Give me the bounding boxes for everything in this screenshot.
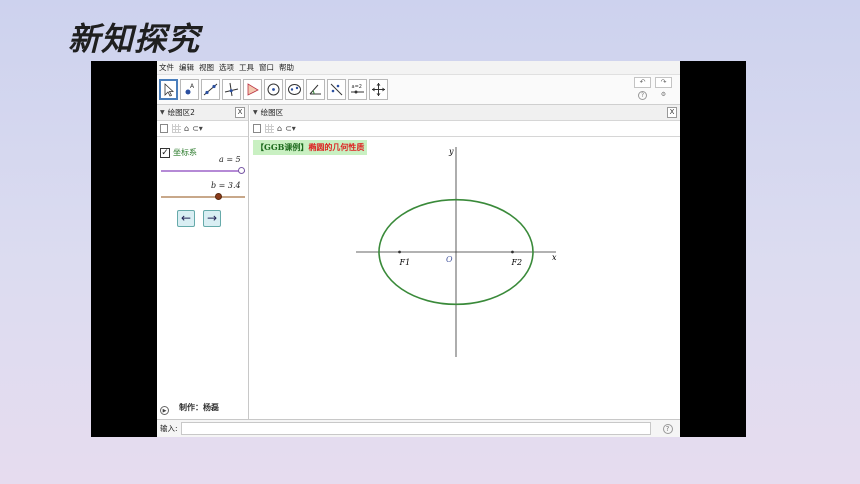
coordinate-system-checkbox-row[interactable]: ✓ 坐标系 <box>160 147 197 158</box>
style-bar: ⌂ ⊂▾ <box>250 121 680 137</box>
menu-file[interactable]: 文件 <box>159 62 174 73</box>
ellipse-graph[interactable]: x y O F1 F2 <box>250 137 680 417</box>
polygon-tool-button[interactable] <box>243 79 262 100</box>
slide-title: 新知探究 <box>68 20 201 58</box>
circle-tool-button[interactable] <box>264 79 283 100</box>
style-bar-2: ⌂ ⊂▾ <box>157 121 248 137</box>
ellipse-icon <box>288 84 301 95</box>
menu-view[interactable]: 视图 <box>199 62 214 73</box>
reflect-tool-button[interactable] <box>327 79 346 100</box>
line-icon <box>203 83 218 96</box>
close-view-2-button[interactable]: X <box>235 107 245 118</box>
view-menu-icon[interactable]: ⊂▾ <box>192 124 203 133</box>
focus-f2-point[interactable] <box>511 250 514 254</box>
graphics-view-header: ▼ 绘图区 X <box>250 105 680 121</box>
y-axis-label: y <box>448 147 454 156</box>
geogebra-window: 文件 编辑 视图 选项 工具 窗口 帮助 A a=2 ↶ ↷ ? ⚙ ▼ 绘图区… <box>157 61 680 437</box>
slider-tool-button[interactable]: a=2 <box>348 79 367 100</box>
move-view-icon <box>372 83 385 96</box>
author-label: 制作：杨磊 <box>179 403 219 412</box>
grid-toggle-icon[interactable] <box>265 124 274 133</box>
slider-b-track[interactable] <box>161 196 245 198</box>
coordinate-system-label: 坐标系 <box>173 148 197 157</box>
coordinate-system-checkbox[interactable]: ✓ <box>160 147 170 158</box>
focus-f2-label: F2 <box>510 258 522 267</box>
slider-b-label: b = 3.4 <box>211 181 241 190</box>
undo-redo-area: ↶ ↷ ? ⚙ <box>634 77 674 103</box>
graphics-view-title: 绘图区 <box>260 108 284 117</box>
view-menu-icon[interactable]: ⊂▾ <box>285 124 296 133</box>
graphics-view-2-title: 绘图区2 <box>167 108 195 117</box>
input-help-icon[interactable]: ? <box>662 423 673 434</box>
cursor-icon <box>164 83 175 97</box>
point-tool-button[interactable]: A <box>180 79 199 100</box>
ellipse-tool-button[interactable] <box>285 79 304 100</box>
perpendicular-icon <box>224 82 239 97</box>
axes-toggle-icon[interactable] <box>253 124 261 133</box>
angle-tool-button[interactable] <box>306 79 325 100</box>
graphics-view: ▼ 绘图区 X ⌂ ⊂▾ 【GGB课例】椭圆的几何性质 x y O F1 F2 <box>250 105 680 419</box>
menu-help[interactable]: 帮助 <box>279 62 294 73</box>
close-view-button[interactable]: X <box>667 107 677 118</box>
slider-a-knob[interactable] <box>238 167 245 174</box>
play-icon[interactable]: ▶ <box>160 406 169 415</box>
grid-toggle-icon[interactable] <box>172 124 181 133</box>
reflect-icon <box>330 83 343 96</box>
input-bar: 输入: ? <box>157 419 680 437</box>
menu-bar: 文件 编辑 视图 选项 工具 窗口 帮助 <box>157 61 680 75</box>
collapse-triangle-icon[interactable]: ▼ <box>253 109 258 116</box>
tool-bar: A a=2 ↶ ↷ ? ⚙ <box>157 75 680 105</box>
graphics-view-2-header: ▼ 绘图区2 X <box>157 105 248 121</box>
input-label: 输入: <box>160 424 178 433</box>
circle-icon <box>267 83 280 96</box>
undo-button[interactable]: ↶ <box>634 77 651 88</box>
help-icon[interactable]: ? <box>638 91 647 100</box>
origin-label: O <box>446 255 453 264</box>
polygon-icon <box>247 83 259 96</box>
move-view-tool-button[interactable] <box>369 79 388 100</box>
menu-window[interactable]: 窗口 <box>259 62 274 73</box>
move-tool-button[interactable] <box>159 79 178 100</box>
slider-tool-text: a=2 <box>352 84 362 90</box>
focus-f1-label: F1 <box>399 258 411 267</box>
graphics-view-2: ▼ 绘图区2 X ⌂ ⊂▾ ✓ 坐标系 a = 5 b = 3.4 ← → ▶ … <box>157 105 249 419</box>
axes-toggle-icon[interactable] <box>160 124 168 133</box>
menu-tools[interactable]: 工具 <box>239 62 254 73</box>
next-button[interactable]: → <box>203 210 221 227</box>
slider-a-label: a = 5 <box>219 155 241 164</box>
settings-icon[interactable]: ⚙ <box>659 91 668 100</box>
views-area: ▼ 绘图区2 X ⌂ ⊂▾ ✓ 坐标系 a = 5 b = 3.4 ← → ▶ … <box>157 105 680 419</box>
menu-options[interactable]: 选项 <box>219 62 234 73</box>
collapse-triangle-icon[interactable]: ▼ <box>160 109 165 116</box>
menu-edit[interactable]: 编辑 <box>179 62 194 73</box>
svg-text:A: A <box>190 83 195 90</box>
line-tool-button[interactable] <box>201 79 220 100</box>
slider-b-knob[interactable] <box>215 193 222 200</box>
home-icon[interactable]: ⌂ <box>184 124 189 133</box>
perpendicular-tool-button[interactable] <box>222 79 241 100</box>
slider-a-track[interactable] <box>161 170 245 172</box>
point-icon: A <box>185 83 195 95</box>
home-icon[interactable]: ⌂ <box>277 124 282 133</box>
angle-icon <box>309 84 321 95</box>
focus-f1-point[interactable] <box>398 250 401 254</box>
x-axis-label: x <box>552 253 557 262</box>
previous-button[interactable]: ← <box>177 210 195 227</box>
input-field[interactable] <box>180 422 651 435</box>
slider-icon: a=2 <box>351 84 364 94</box>
redo-button[interactable]: ↷ <box>655 77 672 88</box>
